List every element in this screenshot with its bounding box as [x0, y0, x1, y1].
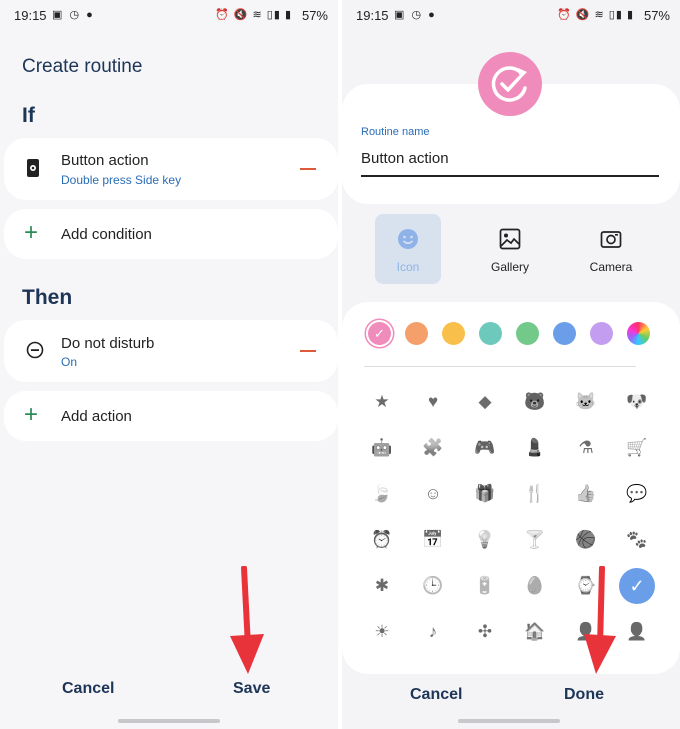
- status-time: 19:15: [14, 8, 47, 23]
- if-section-heading: If: [22, 104, 35, 127]
- battery-level: 57%: [301, 8, 328, 23]
- routine-icon-option[interactable]: 🛒: [622, 436, 652, 460]
- dnd-icon: [26, 341, 44, 364]
- tab-icon-label: Icon: [396, 260, 420, 274]
- routine-icon-option[interactable]: ☀: [367, 620, 397, 644]
- phone-gear-icon: [26, 158, 40, 183]
- routine-icon-option[interactable]: ♪: [418, 620, 448, 644]
- condition-card[interactable]: Button action Double press Side key: [4, 138, 338, 200]
- input-underline: [361, 175, 659, 177]
- condition-label: Button action: [61, 152, 149, 169]
- color-swatch[interactable]: ✓: [368, 322, 391, 345]
- remove-action-button[interactable]: [300, 350, 316, 352]
- routine-icon-option[interactable]: 🥚: [520, 574, 550, 598]
- arrow-annotation: [584, 566, 616, 674]
- selected-check-icon[interactable]: ✓: [619, 568, 655, 604]
- routine-icon-option[interactable]: ✱: [367, 574, 397, 598]
- page-title: Create routine: [22, 56, 143, 77]
- smiley-icon: [397, 228, 419, 250]
- action-card[interactable]: Do not disturb On: [4, 320, 338, 382]
- routine-icon-option[interactable]: 🔋: [470, 574, 500, 598]
- routine-icon-option[interactable]: 🤖: [367, 436, 397, 460]
- routine-icon-option[interactable]: 🍃: [367, 482, 397, 506]
- routine-icon-option[interactable]: 👤: [622, 620, 652, 644]
- routine-icon-option[interactable]: 🕒: [418, 574, 448, 598]
- done-button[interactable]: Done: [564, 686, 604, 704]
- routine-icon-option[interactable]: 🐱: [571, 390, 601, 414]
- save-button[interactable]: Save: [233, 680, 270, 698]
- routine-icon-option[interactable]: 🍸: [520, 528, 550, 552]
- system-icons: ⏰ 🔇 ≋ ▯▮ ▮: [557, 9, 634, 21]
- routine-icon-option[interactable]: 👍: [571, 482, 601, 506]
- routine-icon-option[interactable]: 💄: [520, 436, 550, 460]
- color-swatch[interactable]: [405, 322, 428, 345]
- routine-icon-option[interactable]: ✣: [470, 620, 500, 644]
- icon-picker-panel: ✓ ★ ♥ ◆ 🐻 🐱 🐶 🤖 🧩 🎮 💄 ⚗ 🛒 🍃 ☺ 🎁 🍴 👍 💬 ⏰ 📅 💡 🍸 🏀 🐾 ✱ 🕒 🔋 🥚 ⌚ ✓ ☀ ♪ ✣ 🏠 👤 👤: [342, 302, 680, 674]
- routine-icon-option[interactable]: ◆: [470, 390, 500, 414]
- routine-icon-option[interactable]: ★: [367, 390, 397, 414]
- camera-icon: [600, 228, 622, 250]
- routine-icon-option[interactable]: 🐻: [520, 390, 550, 414]
- routine-icon-screen: 19:15 ▣ ◷ ● ⏰ 🔇 ≋ ▯▮ ▮ 57% Routine name …: [342, 0, 680, 729]
- condition-sub: Double press Side key: [61, 173, 182, 187]
- status-bar: 19:15 ▣ ◷ ● ⏰ 🔇 ≋ ▯▮ ▮ 57%: [356, 6, 670, 26]
- gallery-icon: [499, 228, 521, 250]
- tab-camera-label: Camera: [589, 260, 633, 274]
- add-condition-label: Add condition: [61, 226, 152, 243]
- add-action-button[interactable]: + Add action: [4, 391, 338, 441]
- routine-icon-option[interactable]: 📅: [418, 528, 448, 552]
- routine-name-input[interactable]: Button action: [361, 150, 449, 167]
- status-time: 19:15: [356, 8, 389, 23]
- routine-icon-option[interactable]: 🐶: [622, 390, 652, 414]
- routine-icon-option[interactable]: 🏀: [571, 528, 601, 552]
- routine-icon-option[interactable]: 🐾: [622, 528, 652, 552]
- system-icons: ⏰ 🔇 ≋ ▯▮ ▮: [215, 9, 292, 21]
- plus-icon: +: [24, 401, 39, 428]
- routine-icon-option[interactable]: ⏰: [367, 528, 397, 552]
- home-indicator: [458, 719, 560, 723]
- notification-icons: ▣ ◷ ●: [52, 9, 95, 21]
- create-routine-screen: 19:15 ▣ ◷ ● ⏰ 🔇 ≋ ▯▮ ▮ 57% Create routin…: [0, 0, 338, 729]
- battery-level: 57%: [643, 8, 670, 23]
- home-indicator: [118, 719, 220, 723]
- plus-icon: +: [24, 219, 39, 246]
- action-label: Do not disturb: [61, 335, 155, 352]
- routine-icon-option[interactable]: 🧩: [418, 436, 448, 460]
- routine-icon-option[interactable]: 🏠: [520, 620, 550, 644]
- routine-icon-option[interactable]: 💡: [470, 528, 500, 552]
- routine-icon-option[interactable]: ☺: [418, 482, 448, 506]
- color-swatch[interactable]: [553, 322, 576, 345]
- routine-icon-option[interactable]: 💬: [622, 482, 652, 506]
- color-swatch[interactable]: [442, 322, 465, 345]
- tab-camera[interactable]: Camera: [578, 214, 644, 284]
- tab-gallery-label: Gallery: [490, 260, 529, 274]
- then-section-heading: Then: [22, 286, 73, 309]
- color-swatch[interactable]: [627, 322, 650, 345]
- arrow-annotation: [230, 566, 264, 674]
- routine-icon-option[interactable]: 🍴: [520, 482, 550, 506]
- cancel-button[interactable]: Cancel: [62, 680, 114, 698]
- tab-icon[interactable]: Icon: [375, 214, 441, 284]
- action-sub: On: [61, 355, 78, 369]
- status-bar: 19:15 ▣ ◷ ● ⏰ 🔇 ≋ ▯▮ ▮ 57%: [14, 6, 328, 26]
- routine-name-label: Routine name: [361, 126, 430, 138]
- routine-icon-option[interactable]: ⚗: [571, 436, 601, 460]
- add-action-label: Add action: [61, 408, 132, 425]
- cancel-button[interactable]: Cancel: [410, 686, 462, 704]
- routine-avatar-icon[interactable]: [478, 52, 542, 116]
- routine-icon-option[interactable]: ♥: [418, 390, 448, 414]
- color-swatch[interactable]: [516, 322, 539, 345]
- separator: [364, 366, 636, 367]
- add-condition-button[interactable]: + Add condition: [4, 209, 338, 259]
- notification-icons: ▣ ◷ ●: [394, 9, 437, 21]
- remove-condition-button[interactable]: [300, 168, 316, 170]
- routine-icon-option[interactable]: 🎮: [470, 436, 500, 460]
- routine-icon-option[interactable]: 🎁: [470, 482, 500, 506]
- color-swatch[interactable]: [590, 322, 613, 345]
- color-swatch[interactable]: [479, 322, 502, 345]
- tab-gallery[interactable]: Gallery: [477, 214, 543, 284]
